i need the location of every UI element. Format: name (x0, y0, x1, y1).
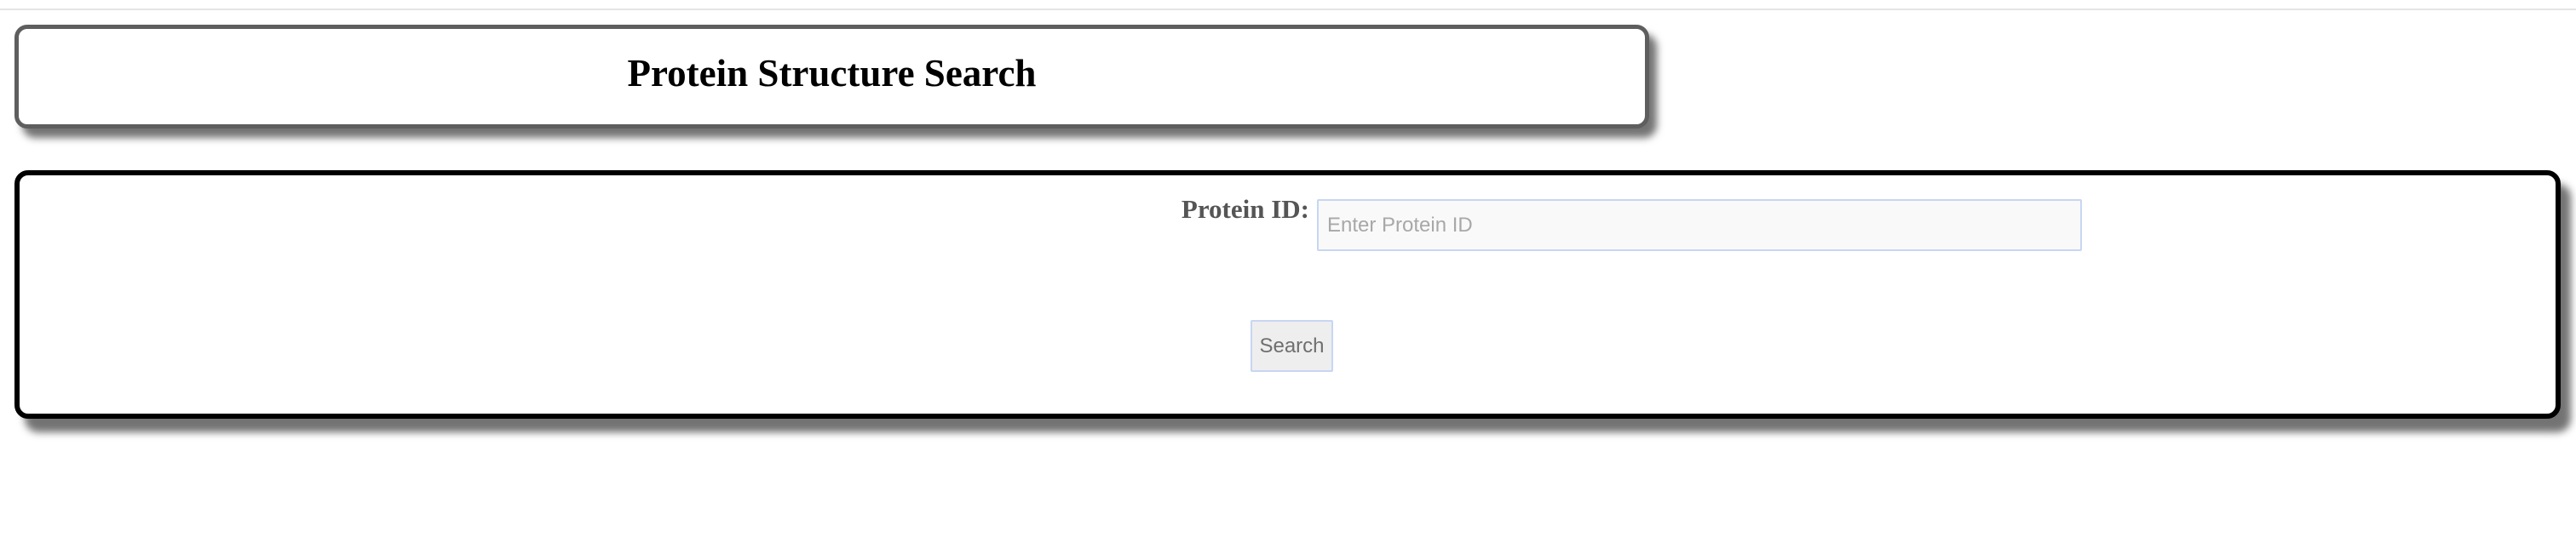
protein-id-label: Protein ID: (1181, 194, 1309, 224)
header-panel: Protein Structure Search (14, 25, 1649, 129)
top-divider (0, 9, 2576, 10)
search-form-panel: Protein ID: Search (14, 170, 2561, 419)
page-title: Protein Structure Search (627, 52, 1037, 94)
search-button[interactable]: Search (1251, 320, 1333, 372)
protein-id-input[interactable] (1317, 199, 2082, 251)
